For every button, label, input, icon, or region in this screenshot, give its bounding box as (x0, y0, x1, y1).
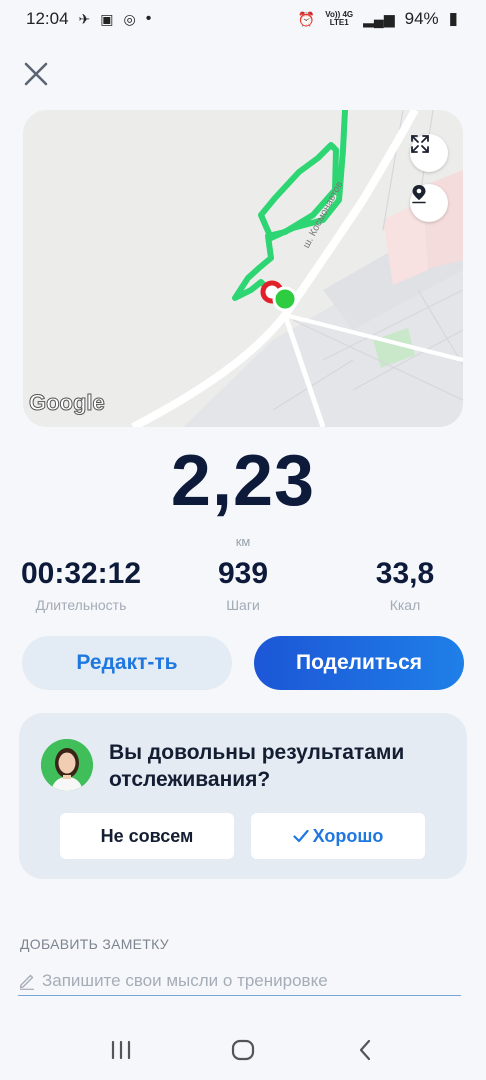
add-note-title: ДОБАВИТЬ ЗАМЕТКУ (20, 936, 169, 952)
system-nav-bar (0, 1020, 486, 1080)
back-button[interactable] (345, 1030, 385, 1070)
notification-icon: ✈ (78, 10, 91, 27)
image-icon: ▣ (100, 10, 114, 27)
route-map[interactable]: ш. Космонавтов Google (23, 110, 463, 427)
viber-icon: ◎ (123, 10, 136, 27)
battery-icon: ▮ (448, 9, 458, 28)
check-icon (293, 829, 309, 843)
stat-label: Шаги (226, 597, 260, 613)
stat-steps: 939 Шаги (162, 557, 324, 613)
status-bar: 12:04 ✈ ▣ ◎ • ⏰ Vo)) 4G LTE1 ▂▄▆ 94% ▮ (0, 0, 486, 38)
good-button-label: Хорошо (312, 825, 384, 846)
distance-unit: км (235, 534, 251, 549)
not-really-button[interactable]: Не совсем (60, 813, 234, 859)
stat-duration: 00:32:12 Длительность (0, 557, 162, 613)
more-notifications-icon: • (145, 10, 152, 27)
note-input[interactable] (42, 970, 461, 991)
network-indicator: Vo)) 4G LTE1 (325, 11, 353, 27)
feedback-card: Вы довольны результатами отслеживания? Н… (19, 713, 467, 879)
distance-value: 2,23 (170, 441, 316, 521)
stat-value: 00:32:12 (20, 557, 142, 590)
feedback-question: Вы довольны результатами отслеживания? (109, 741, 405, 791)
stat-value: 33,8 (375, 557, 435, 590)
share-button[interactable]: Поделиться (254, 636, 464, 690)
note-field[interactable] (18, 966, 461, 996)
battery-level: 94% (404, 9, 439, 28)
close-button[interactable] (20, 58, 52, 90)
stat-calories: 33,8 Ккал (324, 557, 486, 613)
edit-button[interactable]: Редакт-ть (22, 636, 232, 690)
alarm-icon: ⏰ (297, 10, 316, 27)
signal-icon: ▂▄▆ (363, 10, 395, 27)
stat-label: Ккал (389, 597, 421, 613)
coach-avatar-icon (41, 739, 93, 791)
location-button[interactable] (410, 184, 448, 222)
pencil-icon (19, 974, 34, 990)
expand-map-button[interactable] (410, 134, 448, 172)
expand-icon (411, 135, 429, 153)
stat-label: Длительность (35, 597, 127, 613)
network-bottom-label: LTE1 (329, 18, 349, 27)
back-icon (359, 1039, 371, 1061)
recent-apps-button[interactable] (101, 1030, 141, 1070)
location-pin-icon (412, 185, 426, 204)
status-time: 12:04 (26, 9, 69, 28)
close-icon (24, 62, 48, 86)
good-button[interactable]: Хорошо (251, 813, 425, 859)
google-logo: Google (29, 390, 106, 416)
avatar (41, 739, 93, 791)
home-button[interactable] (223, 1030, 263, 1070)
home-icon (231, 1039, 255, 1061)
recent-apps-icon (111, 1040, 131, 1060)
stat-value: 939 (217, 557, 269, 590)
map-canvas (23, 110, 463, 427)
